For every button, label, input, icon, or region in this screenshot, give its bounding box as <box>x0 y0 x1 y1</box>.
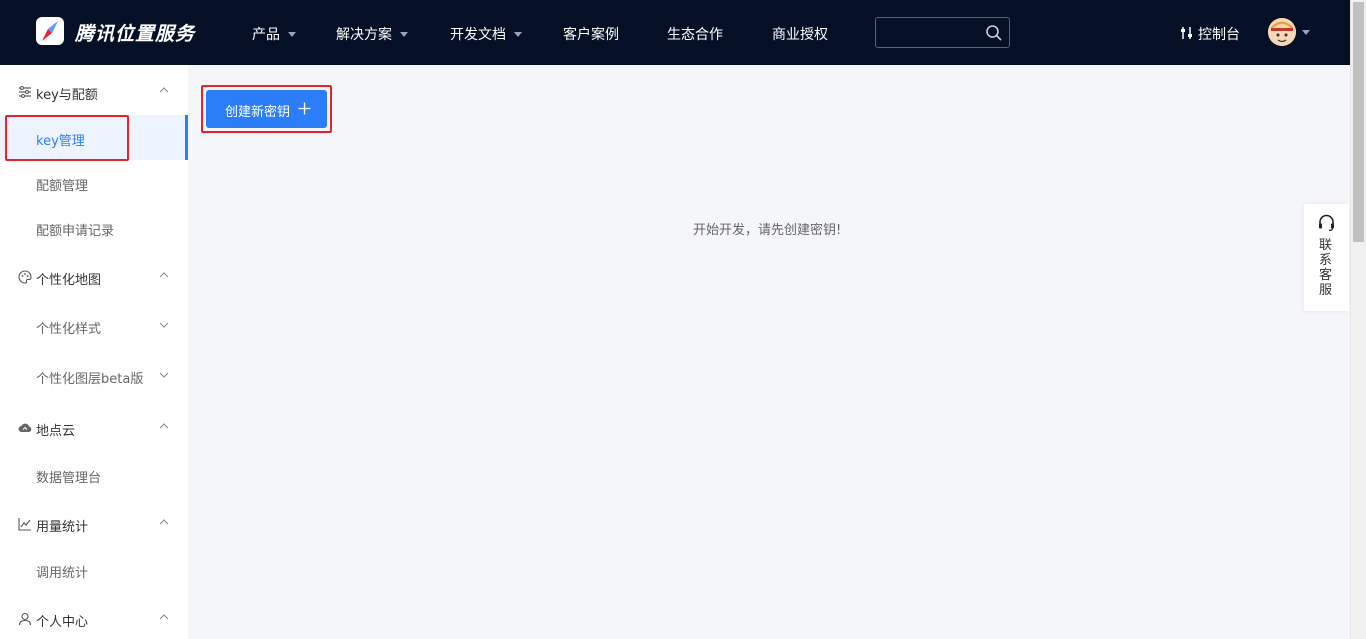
nav-docs-label: 开发文档 <box>450 27 506 43</box>
nav-cases-label: 客户案例 <box>563 27 619 43</box>
palette-icon <box>18 270 32 284</box>
active-indicator <box>185 115 188 160</box>
headset-icon <box>1319 214 1334 232</box>
sidebar-group-label: 个人中心 <box>36 615 89 630</box>
chevron-up-icon <box>159 272 169 278</box>
sidebar-group-key-quota[interactable]: key与配额 <box>0 70 188 114</box>
sidebar-item-label: 调用统计 <box>36 566 89 581</box>
nav-solutions-label: 解决方案 <box>336 27 392 43</box>
nav-cases[interactable]: 客户案例 <box>563 24 619 44</box>
sidebar-group-usage-stats[interactable]: 用量统计 <box>0 502 188 546</box>
console-label: 控制台 <box>1198 27 1240 43</box>
nav-products[interactable]: 产品 <box>252 24 296 44</box>
sidebar: key与配额 key管理 配额管理 配额申请记录 个性化地图 个性化样式 个性化… <box>0 65 188 639</box>
create-new-key-button[interactable]: 创建新密钥 <box>206 90 327 128</box>
sidebar-item-label: 配额申请记录 <box>36 224 115 239</box>
list-settings-icon <box>19 86 31 98</box>
chevron-down-icon <box>514 31 522 37</box>
chevron-down-icon <box>288 31 296 37</box>
chevron-up-icon <box>159 87 169 93</box>
sidebar-group-place-cloud[interactable]: 地点云 <box>0 406 188 450</box>
customer-service-label: 联系客服 <box>1319 238 1333 298</box>
user-avatar[interactable] <box>1268 18 1296 46</box>
search-input[interactable] <box>876 18 981 47</box>
plus-icon <box>298 102 311 115</box>
scrollbar-thumb[interactable] <box>1353 2 1364 242</box>
sidebar-group-label: key与配额 <box>36 88 98 103</box>
console-link[interactable]: 控制台 <box>1180 24 1240 44</box>
sidebar-item-data-console[interactable]: 数据管理台 <box>0 452 188 497</box>
sliders-icon <box>1181 27 1192 39</box>
sidebar-item-key-management[interactable]: key管理 <box>0 115 188 160</box>
search-icon[interactable] <box>985 24 1003 42</box>
chevron-up-icon <box>159 423 169 429</box>
chevron-up-icon <box>159 519 169 525</box>
sidebar-group-custom-map[interactable]: 个性化地图 <box>0 255 188 299</box>
line-chart-icon <box>18 518 31 531</box>
sidebar-group-label: 地点云 <box>36 424 76 439</box>
sidebar-item-custom-style[interactable]: 个性化样式 <box>0 303 188 348</box>
nav-docs[interactable]: 开发文档 <box>450 24 522 44</box>
chevron-down-icon <box>159 372 169 378</box>
empty-state-message: 开始开发，请先创建密钥! <box>693 223 842 238</box>
chevron-up-icon <box>159 614 169 620</box>
sidebar-item-call-stats[interactable]: 调用统计 <box>0 547 188 592</box>
tencent-map-logo[interactable] <box>36 17 64 45</box>
nav-solutions[interactable]: 解决方案 <box>336 24 408 44</box>
sidebar-item-quota-management[interactable]: 配额管理 <box>0 160 188 205</box>
sidebar-item-quota-requests[interactable]: 配额申请记录 <box>0 205 188 250</box>
sidebar-item-label: 数据管理台 <box>36 471 102 486</box>
page-scrollbar[interactable] <box>1350 0 1366 639</box>
nav-licensing[interactable]: 商业授权 <box>772 24 828 44</box>
sidebar-item-label: key管理 <box>36 134 85 149</box>
sidebar-item-label: 配额管理 <box>36 179 89 194</box>
cloud-icon <box>18 423 32 432</box>
nav-products-label: 产品 <box>252 27 280 43</box>
sidebar-item-label: 个性化图层beta版 <box>36 372 144 387</box>
customer-service-widget[interactable]: 联系客服 <box>1304 204 1349 311</box>
sidebar-item-custom-layer-beta[interactable]: 个性化图层beta版 <box>0 353 188 398</box>
nav-ecosystem[interactable]: 生态合作 <box>667 24 723 44</box>
create-button-label: 创建新密钥 <box>225 105 291 120</box>
top-navigation-bar: 腾讯位置服务 产品 解决方案 开发文档 客户案例 生态合作 商业授权 控制台 <box>0 0 1350 65</box>
sidebar-item-label: 个性化样式 <box>36 322 102 337</box>
chevron-down-icon[interactable] <box>1302 30 1310 35</box>
nav-licensing-label: 商业授权 <box>772 27 828 43</box>
brand-name[interactable]: 腾讯位置服务 <box>75 19 195 46</box>
nav-ecosystem-label: 生态合作 <box>667 27 723 43</box>
chevron-down-icon <box>159 322 169 328</box>
sidebar-group-label: 用量统计 <box>36 520 89 535</box>
user-icon <box>18 612 32 626</box>
search-box <box>875 17 1010 48</box>
sidebar-group-label: 个性化地图 <box>36 273 102 288</box>
chevron-down-icon <box>400 31 408 37</box>
sidebar-group-personal-center[interactable]: 个人中心 <box>0 597 188 639</box>
